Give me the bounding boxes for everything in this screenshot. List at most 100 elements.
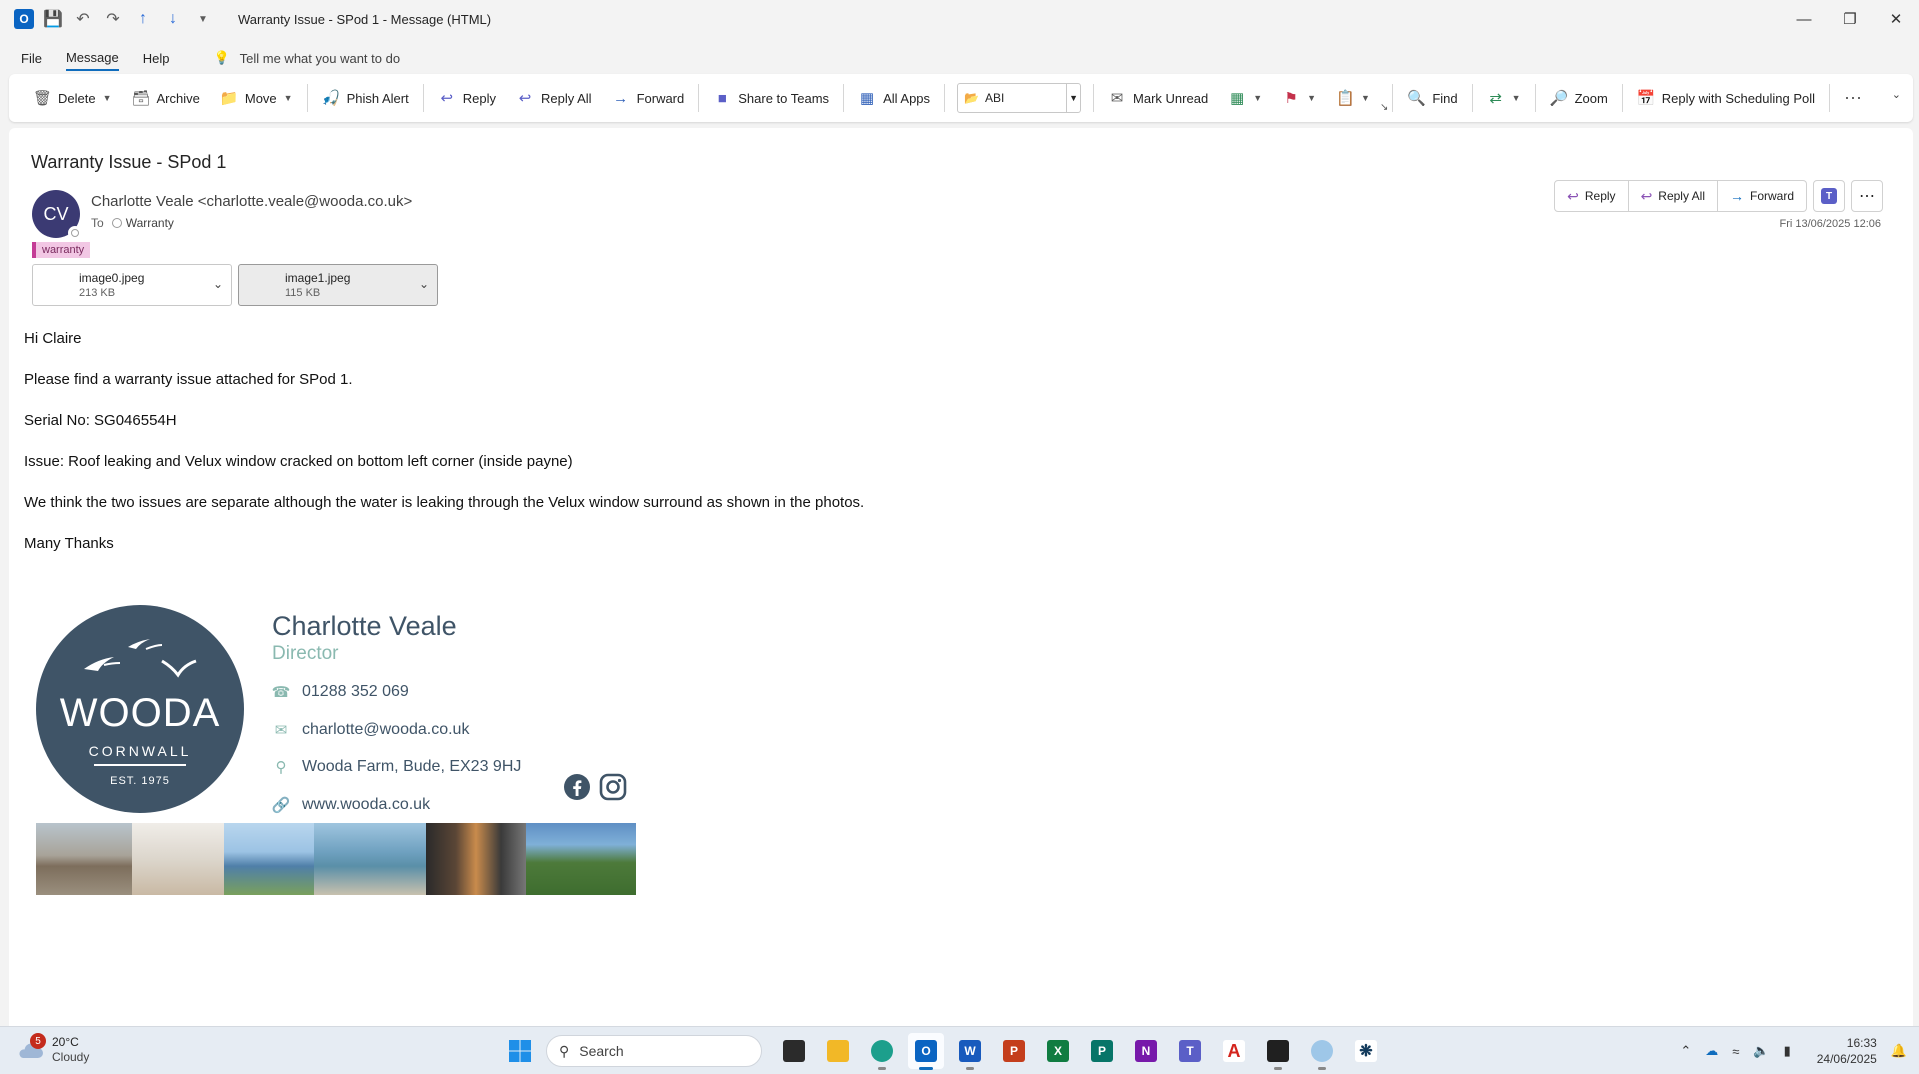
logo-established: EST. 1975 bbox=[110, 775, 170, 787]
ribbon-separator bbox=[1534, 84, 1536, 112]
customize-toolbar-icon[interactable]: ▼ bbox=[192, 8, 214, 30]
taskbar-search[interactable]: ⚲ Search bbox=[546, 1035, 762, 1067]
reply-all-button[interactable]: ↩ Reply All bbox=[506, 81, 602, 115]
more-options-button[interactable]: ⋯ bbox=[1834, 81, 1872, 115]
chevron-up-icon[interactable]: ⌃ bbox=[1680, 1043, 1691, 1059]
attachment-size: 213 KB bbox=[79, 287, 116, 299]
excel-button[interactable]: X bbox=[1040, 1033, 1076, 1069]
task-view-button[interactable] bbox=[776, 1033, 812, 1069]
recipient[interactable]: Warranty bbox=[111, 216, 174, 230]
header-reply-all-button[interactable]: ↩ Reply All bbox=[1628, 180, 1718, 212]
header-reply-button[interactable]: ↩ Reply bbox=[1554, 180, 1629, 212]
file-explorer-button[interactable] bbox=[820, 1033, 856, 1069]
app-button[interactable]: ❋ bbox=[1348, 1033, 1384, 1069]
tags-dialog-launcher-icon[interactable]: ↘ bbox=[1380, 102, 1388, 113]
header-more-button[interactable]: ⋯ bbox=[1851, 180, 1883, 212]
mark-unread-button[interactable]: ✉ Mark Unread bbox=[1098, 81, 1218, 115]
tell-me-search[interactable]: 💡 Tell me what you want to do bbox=[213, 50, 400, 66]
tab-message[interactable]: Message bbox=[65, 46, 119, 71]
redo-icon[interactable]: ↷ bbox=[102, 8, 124, 30]
more-icon: ⋯ bbox=[1859, 188, 1875, 205]
forward-button[interactable]: → Forward bbox=[602, 81, 695, 115]
signature-phone[interactable]: 01288 352 069 bbox=[302, 683, 409, 701]
rules-button[interactable]: 📋 ▼ bbox=[1326, 81, 1380, 115]
header-forward-button[interactable]: → Forward bbox=[1717, 180, 1807, 212]
follow-up-button[interactable]: ⚑ ▼ bbox=[1272, 81, 1326, 115]
phish-alert-button[interactable]: 🎣 Phish Alert bbox=[312, 81, 419, 115]
powerpoint-button[interactable]: P bbox=[996, 1033, 1032, 1069]
previous-item-icon[interactable]: ↑ bbox=[132, 8, 154, 30]
move-button[interactable]: 📁 Move ▼ bbox=[210, 81, 303, 115]
find-button[interactable]: 🔍 Find bbox=[1397, 81, 1467, 115]
rules-icon: 📋 bbox=[1336, 90, 1355, 107]
translate-button[interactable]: ⇄ ▼ bbox=[1477, 81, 1531, 115]
battery-icon[interactable]: ▮ bbox=[1784, 1043, 1791, 1059]
move-folder-icon: 📁 bbox=[219, 90, 239, 107]
body-paragraph: We think the two issues are separate alt… bbox=[24, 494, 865, 511]
undo-icon[interactable]: ↶ bbox=[72, 8, 94, 30]
header-teams-button[interactable]: T bbox=[1813, 180, 1845, 212]
minimize-button[interactable]: — bbox=[1781, 0, 1827, 38]
outlook-taskbar-button[interactable]: O bbox=[908, 1033, 944, 1070]
quick-steps-box[interactable]: 📂 ABI ▼ bbox=[957, 83, 1082, 113]
signature-phone-row: ☎ 01288 352 069 bbox=[272, 683, 409, 701]
tab-file[interactable]: File bbox=[21, 47, 42, 70]
categorize-button[interactable]: ▦ ▼ bbox=[1218, 81, 1272, 115]
tab-help[interactable]: Help bbox=[143, 47, 170, 70]
onedrive-icon[interactable]: ☁ bbox=[1705, 1043, 1718, 1059]
forward-label: Forward bbox=[636, 90, 685, 106]
volume-icon[interactable]: 🔈 bbox=[1753, 1043, 1769, 1059]
excel-icon: X bbox=[1047, 1040, 1069, 1062]
running-indicator bbox=[1274, 1067, 1282, 1070]
weather-condition: Cloudy bbox=[52, 1050, 90, 1064]
instagram-icon[interactable] bbox=[599, 773, 627, 801]
onenote-button[interactable]: N bbox=[1128, 1033, 1164, 1069]
weather-temperature: 20°C bbox=[52, 1035, 79, 1049]
publisher-button[interactable]: P bbox=[1084, 1033, 1120, 1069]
chevron-down-icon[interactable]: ⌄ bbox=[419, 277, 429, 291]
wifi-icon[interactable]: ≈ bbox=[1732, 1044, 1739, 1059]
all-apps-button[interactable]: ▦ All Apps bbox=[848, 81, 940, 115]
quick-step-item[interactable]: 📂 ABI bbox=[958, 91, 1066, 105]
facebook-icon[interactable] bbox=[563, 773, 591, 801]
reply-button[interactable]: ↩ Reply bbox=[428, 81, 506, 115]
app-button[interactable] bbox=[1304, 1033, 1340, 1070]
quick-steps-more-button[interactable]: ▼ bbox=[1066, 84, 1080, 112]
start-button[interactable] bbox=[502, 1033, 538, 1069]
next-item-icon[interactable]: ↓ bbox=[162, 8, 184, 30]
reply-scheduling-poll-button[interactable]: 📅 Reply with Scheduling Poll bbox=[1627, 81, 1825, 115]
signature-website[interactable]: www.wooda.co.uk bbox=[302, 796, 430, 814]
attachment-item[interactable]: image1.jpeg 115 KB ⌄ bbox=[238, 264, 438, 306]
social-links bbox=[563, 773, 627, 801]
signature-name: Charlotte Veale bbox=[272, 611, 457, 641]
collapse-ribbon-icon[interactable]: ⌄ bbox=[1892, 88, 1901, 101]
flag-icon: ⚑ bbox=[1284, 90, 1298, 107]
attachment-item[interactable]: image0.jpeg 213 KB ⌄ bbox=[32, 264, 232, 306]
sender-name[interactable]: Charlotte Veale <charlotte.veale@wooda.c… bbox=[91, 193, 412, 210]
restore-button[interactable]: ❐ bbox=[1827, 0, 1873, 38]
clock[interactable]: 16:33 24/06/2025 bbox=[1817, 1035, 1877, 1067]
chevron-down-icon[interactable]: ▼ bbox=[103, 93, 112, 103]
archive-icon: 🗃 bbox=[131, 90, 151, 107]
close-button[interactable]: ✕ bbox=[1873, 0, 1919, 38]
reply-label: Reply bbox=[462, 90, 496, 106]
zoom-button[interactable]: 🔎 Zoom bbox=[1540, 81, 1618, 115]
delete-button[interactable]: 🗑 Delete ▼ bbox=[23, 81, 122, 115]
sender-avatar[interactable]: CV bbox=[32, 190, 82, 240]
chevron-down-icon[interactable]: ⌄ bbox=[213, 277, 223, 291]
teams-icon: ■ bbox=[717, 89, 727, 107]
weather-widget[interactable]: 5 20°C Cloudy bbox=[16, 1033, 90, 1065]
edge-button[interactable] bbox=[864, 1033, 900, 1070]
signature-email[interactable]: charlotte@wooda.co.uk bbox=[302, 721, 469, 739]
notifications-icon[interactable]: 🔔 bbox=[1891, 1043, 1907, 1059]
share-to-teams-button[interactable]: ■ Share to Teams bbox=[703, 81, 839, 115]
message-date: Fri 13/06/2025 12:06 bbox=[1779, 218, 1881, 230]
acrobat-button[interactable]: A bbox=[1216, 1033, 1252, 1069]
terminal-button[interactable] bbox=[1260, 1033, 1296, 1070]
archive-button[interactable]: 🗃 Archive bbox=[122, 81, 210, 115]
save-icon[interactable]: 💾 bbox=[42, 8, 64, 30]
message-subject: Warranty Issue - SPod 1 bbox=[31, 152, 227, 172]
teams-taskbar-button[interactable]: T bbox=[1172, 1033, 1208, 1069]
word-button[interactable]: W bbox=[952, 1033, 988, 1070]
message-actions: ↩ Reply ↩ Reply All → Forward T ⋯ bbox=[1554, 180, 1883, 212]
